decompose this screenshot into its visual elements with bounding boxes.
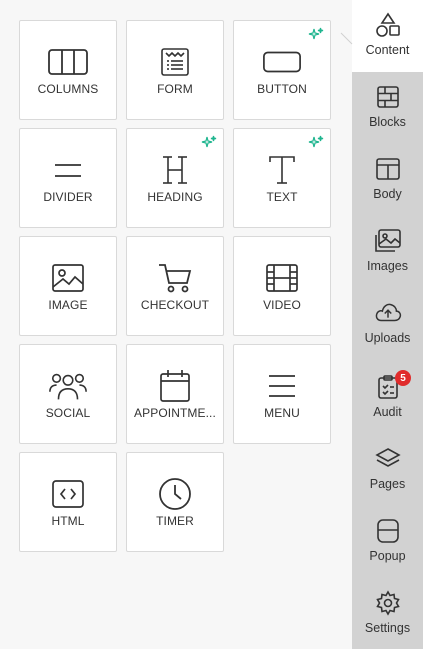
content-tiles-grid: COLUMNS FORM BUTTON DIVIDER HEADING TEXT… bbox=[19, 20, 331, 552]
tile-label: MENU bbox=[264, 406, 300, 420]
images-icon bbox=[374, 227, 402, 255]
clock-icon bbox=[155, 477, 195, 511]
sidebar-item-images[interactable]: Images bbox=[352, 216, 423, 288]
tile-label: COLUMNS bbox=[37, 82, 99, 96]
sidebar-item-body[interactable]: Body bbox=[352, 144, 423, 216]
sidebar-item-pages[interactable]: Pages bbox=[352, 434, 423, 506]
sidebar-item-label: Popup bbox=[369, 549, 406, 563]
tile-label: FORM bbox=[157, 82, 193, 96]
text-icon bbox=[262, 153, 302, 187]
sidebar-item-settings[interactable]: Settings bbox=[352, 578, 423, 649]
tile-social[interactable]: SOCIAL bbox=[19, 344, 117, 444]
menu-icon bbox=[262, 369, 302, 403]
sidebar-item-label: Pages bbox=[369, 477, 406, 491]
heading-icon bbox=[155, 153, 195, 187]
tile-form[interactable]: FORM bbox=[126, 20, 224, 120]
tile-label: TIMER bbox=[156, 514, 194, 528]
tile-label: APPOINTME... bbox=[134, 406, 216, 420]
popup-icon bbox=[374, 517, 402, 545]
sidebar-item-label: Uploads bbox=[364, 331, 411, 345]
tile-checkout[interactable]: CHECKOUT bbox=[126, 236, 224, 336]
body-layout-icon bbox=[374, 155, 402, 183]
tile-label: BUTTON bbox=[257, 82, 307, 96]
active-tab-pointer-icon bbox=[340, 32, 354, 46]
tile-label: CHECKOUT bbox=[140, 298, 210, 312]
tile-menu[interactable]: MENU bbox=[233, 344, 331, 444]
image-icon bbox=[48, 261, 88, 295]
tile-label: HTML bbox=[51, 514, 85, 528]
people-icon bbox=[48, 369, 88, 403]
code-icon bbox=[48, 477, 88, 511]
sidebar-item-label: Content bbox=[365, 43, 410, 57]
sidebar-item-label: Images bbox=[367, 259, 408, 273]
cart-icon bbox=[155, 261, 195, 295]
audit-count-badge: 5 bbox=[395, 370, 411, 386]
layers-icon bbox=[374, 445, 402, 473]
cloud-upload-icon bbox=[374, 299, 402, 327]
tile-label: TEXT bbox=[266, 190, 298, 204]
sidebar-nav: Content Blocks Body Images Uploads 5 Aud… bbox=[352, 0, 423, 649]
sidebar-item-popup[interactable]: Popup bbox=[352, 506, 423, 578]
shapes-icon bbox=[374, 11, 402, 39]
sidebar-item-uploads[interactable]: Uploads bbox=[352, 288, 423, 360]
video-icon bbox=[262, 261, 302, 295]
tile-label: VIDEO bbox=[263, 298, 301, 312]
ai-sparkle-icon bbox=[201, 135, 217, 151]
button-icon bbox=[262, 45, 302, 79]
sidebar-item-label: Blocks bbox=[369, 115, 406, 129]
tile-video[interactable]: VIDEO bbox=[233, 236, 331, 336]
tile-label: IMAGE bbox=[48, 298, 88, 312]
sidebar-item-label: Body bbox=[373, 187, 402, 201]
tile-label: HEADING bbox=[147, 190, 203, 204]
content-panel: COLUMNS FORM BUTTON DIVIDER HEADING TEXT… bbox=[0, 0, 352, 649]
tile-button[interactable]: BUTTON bbox=[233, 20, 331, 120]
gear-icon bbox=[374, 589, 402, 617]
tile-image[interactable]: IMAGE bbox=[19, 236, 117, 336]
sidebar-item-label: Settings bbox=[364, 621, 411, 635]
tile-appointment[interactable]: APPOINTME... bbox=[126, 344, 224, 444]
tile-label: DIVIDER bbox=[43, 190, 93, 204]
tile-text[interactable]: TEXT bbox=[233, 128, 331, 228]
tile-columns[interactable]: COLUMNS bbox=[19, 20, 117, 120]
tile-timer[interactable]: TIMER bbox=[126, 452, 224, 552]
sidebar-item-blocks[interactable]: Blocks bbox=[352, 72, 423, 144]
columns-icon bbox=[48, 45, 88, 79]
sidebar-item-content[interactable]: Content bbox=[352, 0, 423, 72]
tile-html[interactable]: HTML bbox=[19, 452, 117, 552]
sidebar-item-label: Audit bbox=[373, 405, 402, 419]
ai-sparkle-icon bbox=[308, 27, 324, 43]
form-icon bbox=[155, 45, 195, 79]
blocks-icon bbox=[374, 83, 402, 111]
tile-divider[interactable]: DIVIDER bbox=[19, 128, 117, 228]
divider-icon bbox=[48, 153, 88, 187]
sidebar-item-audit[interactable]: 5 Audit bbox=[352, 362, 423, 434]
tile-label: SOCIAL bbox=[45, 406, 91, 420]
tile-heading[interactable]: HEADING bbox=[126, 128, 224, 228]
calendar-icon bbox=[155, 369, 195, 403]
ai-sparkle-icon bbox=[308, 135, 324, 151]
